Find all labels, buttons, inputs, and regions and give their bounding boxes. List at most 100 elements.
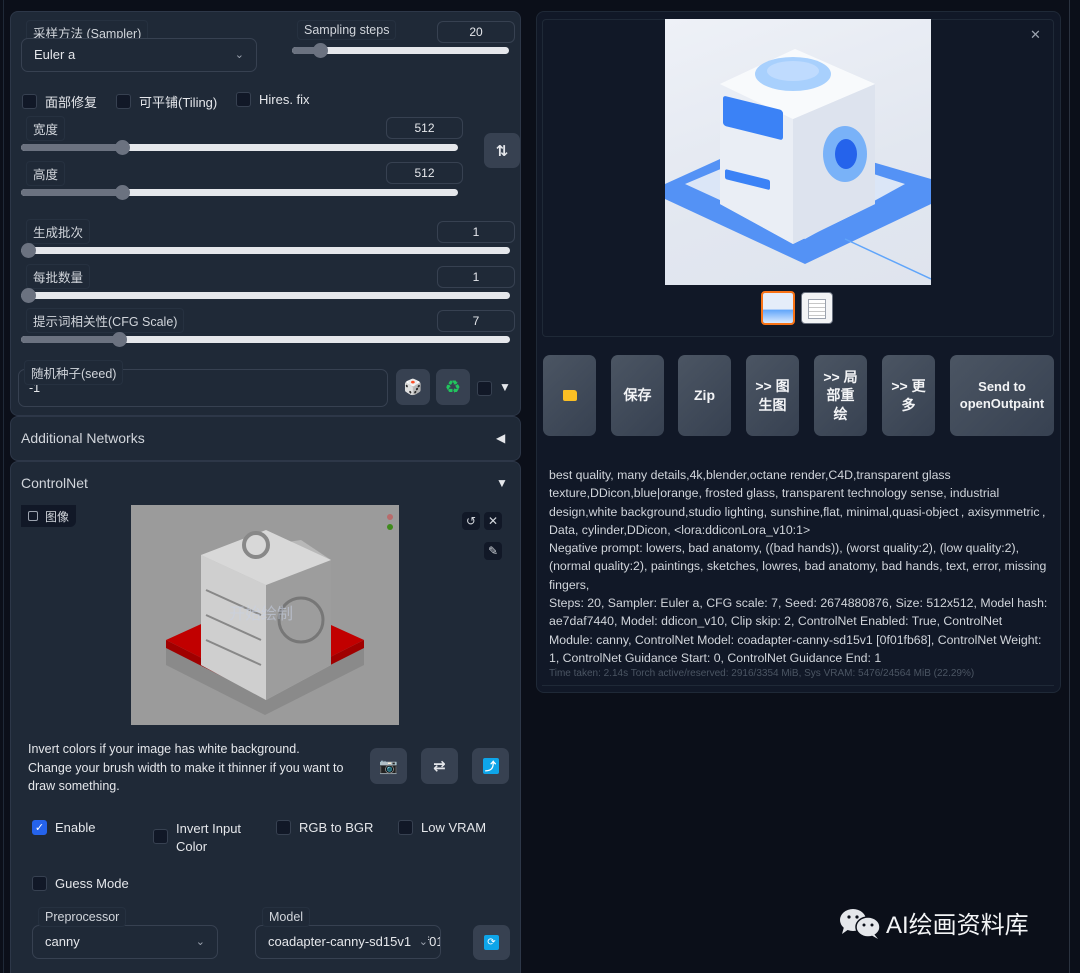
- random-seed-button[interactable]: 🎲: [396, 369, 430, 405]
- invert-input-color-checkbox[interactable]: Invert Input Color: [153, 820, 256, 856]
- slider-thumb[interactable]: [21, 243, 36, 258]
- batch-count-input[interactable]: 1: [437, 221, 515, 243]
- swap-vertical-icon: ⇅: [495, 142, 509, 160]
- checkbox-label: Enable: [55, 820, 96, 835]
- button-label: >> 更多: [891, 378, 926, 413]
- checkbox-box[interactable]: [22, 94, 37, 109]
- steps-label: Sampling steps: [297, 20, 397, 40]
- checkbox-label: RGB to BGR: [299, 820, 374, 835]
- checkbox-box[interactable]: [398, 820, 413, 835]
- refresh-icon: ⟳: [484, 935, 499, 950]
- batch-count-slider[interactable]: [21, 243, 510, 258]
- zip-button[interactable]: Zip: [678, 355, 731, 436]
- hires-fix-checkbox[interactable]: Hires. fix: [236, 92, 310, 107]
- additional-networks-title[interactable]: Additional Networks: [21, 430, 145, 446]
- model-label: Model: [262, 907, 311, 927]
- watermark: AI绘画资料库: [838, 905, 1029, 940]
- undo-button[interactable]: ↺: [462, 512, 480, 530]
- width-slider[interactable]: [21, 140, 458, 155]
- collapse-left-icon[interactable]: ◀: [496, 431, 505, 445]
- height-label: 高度: [26, 161, 66, 186]
- enable-checkbox[interactable]: ✓ Enable: [32, 820, 95, 835]
- slider-thumb[interactable]: [111, 332, 127, 347]
- open-folder-button[interactable]: [543, 355, 596, 436]
- generated-server-icon: [665, 49, 931, 280]
- controlnet-image-canvas[interactable]: 开始绘制: [131, 505, 399, 725]
- timing-info: Time taken: 2.14s Torch active/reserved:…: [549, 668, 975, 679]
- recycle-icon: ♻: [444, 376, 462, 397]
- swap-horizontal-icon: ⇄: [433, 758, 446, 775]
- slider-thumb[interactable]: [21, 288, 36, 303]
- sampler-select[interactable]: Euler a ⌄: [21, 38, 257, 72]
- send-to-openoutpaint-button[interactable]: Send to openOutpaint: [950, 355, 1054, 436]
- steps-slider[interactable]: [292, 43, 509, 58]
- clear-canvas-button[interactable]: ✕: [484, 512, 502, 530]
- batch-size-label: 每批数量: [26, 264, 91, 289]
- chevron-down-icon: ⌄: [195, 936, 205, 948]
- button-label: Send to openOutpaint: [959, 378, 1045, 411]
- refresh-models-button[interactable]: ⟳: [473, 925, 510, 960]
- tiling-checkbox[interactable]: 可平铺(Tiling): [116, 92, 217, 111]
- mirror-webcam-button[interactable]: ⇄: [421, 748, 458, 784]
- slider-fill: [21, 189, 122, 196]
- face-restore-checkbox[interactable]: 面部修复: [22, 92, 97, 111]
- reuse-seed-button[interactable]: ♻: [436, 369, 470, 405]
- app-root: 采样方法 (Sampler) Euler a ⌄ Sampling steps …: [0, 0, 1080, 973]
- steps-input[interactable]: 20: [437, 21, 515, 43]
- checkbox-label: Invert Input Color: [176, 821, 242, 854]
- cfg-scale-input[interactable]: 7: [437, 310, 515, 332]
- thumbnail-image: [763, 293, 793, 323]
- preprocessor-value: canny: [45, 934, 80, 949]
- height-input[interactable]: 512: [386, 162, 463, 184]
- extra-seed-toggle-icon[interactable]: ▼: [499, 380, 511, 394]
- cfg-scale-slider[interactable]: [21, 332, 510, 347]
- checkbox-box[interactable]: [276, 820, 291, 835]
- checkbox-label: Low VRAM: [421, 820, 487, 835]
- width-input[interactable]: 512: [386, 117, 463, 139]
- save-button[interactable]: 保存: [611, 355, 664, 436]
- preprocessor-select[interactable]: canny ⌄: [32, 925, 218, 959]
- watermark-text: AI绘画资料库: [886, 912, 1029, 939]
- send-to-extras-button[interactable]: >> 更多: [882, 355, 935, 436]
- low-vram-checkbox[interactable]: Low VRAM: [398, 820, 486, 835]
- thumbnail-image: [808, 299, 826, 319]
- slider-thumb[interactable]: [114, 140, 130, 155]
- model-select[interactable]: coadapter-canny-sd15v1 [0f01fb68] ⌄: [255, 925, 441, 959]
- generated-image[interactable]: [665, 19, 931, 285]
- button-label: >> 局部重绘: [823, 369, 858, 422]
- camera-icon: 📷: [379, 758, 398, 775]
- checkbox-box[interactable]: [116, 94, 131, 109]
- checkbox-box[interactable]: [153, 829, 168, 844]
- swap-dimensions-button[interactable]: ⇅: [484, 133, 520, 168]
- gallery-thumbnail-active[interactable]: [761, 291, 795, 325]
- close-gallery-button[interactable]: ✕: [1030, 27, 1041, 43]
- prompt-text: best quality, many details,4k,blender,oc…: [549, 468, 1046, 537]
- webcam-button[interactable]: 📷: [370, 748, 407, 784]
- slider-fill: [21, 336, 119, 343]
- dice-icon: 🎲: [403, 379, 423, 396]
- hint-line: Invert colors if your image has white ba…: [28, 742, 300, 756]
- send-to-img2img-button[interactable]: >> 图生图: [746, 355, 799, 436]
- height-slider[interactable]: [21, 185, 458, 200]
- checkbox-box[interactable]: [236, 92, 251, 107]
- guess-mode-checkbox[interactable]: Guess Mode: [32, 876, 129, 891]
- batch-size-input[interactable]: 1: [437, 266, 515, 288]
- chevron-down-icon: ⌄: [412, 926, 428, 958]
- scrollbar-track[interactable]: [1069, 0, 1070, 973]
- checkbox-box[interactable]: [32, 876, 47, 891]
- image-tab[interactable]: 图像: [21, 505, 76, 527]
- gallery-thumbnail[interactable]: [801, 292, 833, 324]
- image-icon: [28, 511, 38, 521]
- controlnet-title[interactable]: ControlNet: [21, 475, 88, 491]
- brush-button[interactable]: ✎: [484, 542, 502, 560]
- extra-seed-checkbox[interactable]: [477, 381, 492, 396]
- checkbox-box-checked[interactable]: ✓: [32, 820, 47, 835]
- rgb-to-bgr-checkbox[interactable]: RGB to BGR: [276, 820, 373, 835]
- send-dimensions-button[interactable]: ⤴: [472, 748, 509, 784]
- send-to-inpaint-button[interactable]: >> 局部重绘: [814, 355, 867, 436]
- slider-thumb[interactable]: [114, 185, 130, 200]
- expand-down-icon[interactable]: ▼: [496, 476, 508, 490]
- sampler-value: Euler a: [34, 47, 76, 62]
- checkbox-label: Guess Mode: [55, 876, 129, 891]
- batch-size-slider[interactable]: [21, 288, 510, 303]
